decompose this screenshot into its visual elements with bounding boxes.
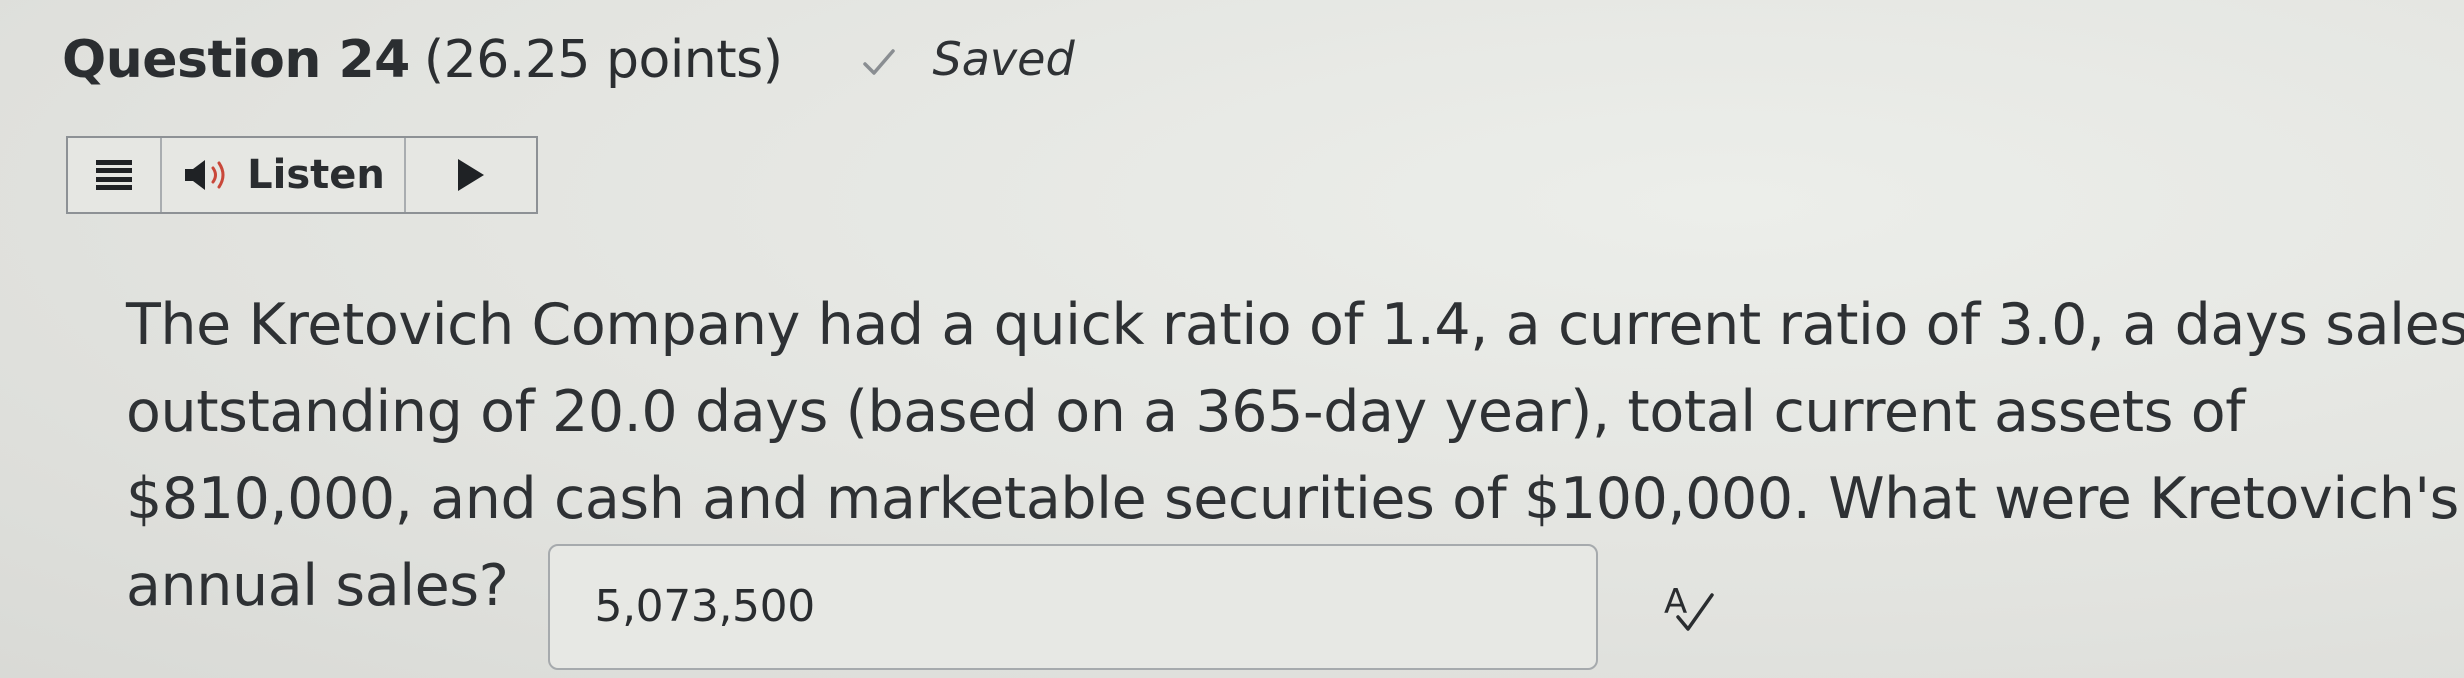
answer-value: 5,073,500 (594, 581, 815, 632)
svg-text:A: A (1664, 582, 1687, 622)
saved-label: Saved (932, 32, 1075, 86)
speaker-icon (185, 160, 225, 190)
listen-toolbar: Listen (66, 136, 538, 214)
question-page: Question 24 (26.25 points) Saved Listen (0, 0, 2464, 678)
listen-button[interactable]: Listen (162, 138, 406, 212)
question-text-line-1: The Kretovich Company had a quick ratio … (126, 292, 2464, 358)
question-header: Question 24 (26.25 points) Saved (62, 30, 1075, 90)
menu-button[interactable] (68, 138, 162, 212)
question-points: (26.25 points) (423, 30, 783, 90)
menu-icon (96, 160, 132, 190)
saved-status: Saved (861, 32, 1075, 86)
answer-row: annual sales? 5,073,500 A (126, 543, 2446, 670)
question-title: Question 24 (62, 30, 410, 90)
question-text-line-2: outstanding of 20.0 days (based on a 365… (126, 379, 2245, 445)
question-body: The Kretovich Company had a quick ratio … (126, 282, 2464, 670)
answer-input[interactable]: 5,073,500 (548, 543, 1599, 670)
play-button[interactable] (406, 138, 536, 212)
spellcheck-icon[interactable]: A (1658, 577, 1718, 637)
play-icon (458, 159, 484, 191)
listen-label: Listen (247, 152, 385, 198)
question-text-line-3: $810,000, and cash and marketable securi… (126, 466, 2459, 532)
question-text-line-4: annual sales? (126, 553, 509, 619)
check-icon (862, 49, 895, 75)
